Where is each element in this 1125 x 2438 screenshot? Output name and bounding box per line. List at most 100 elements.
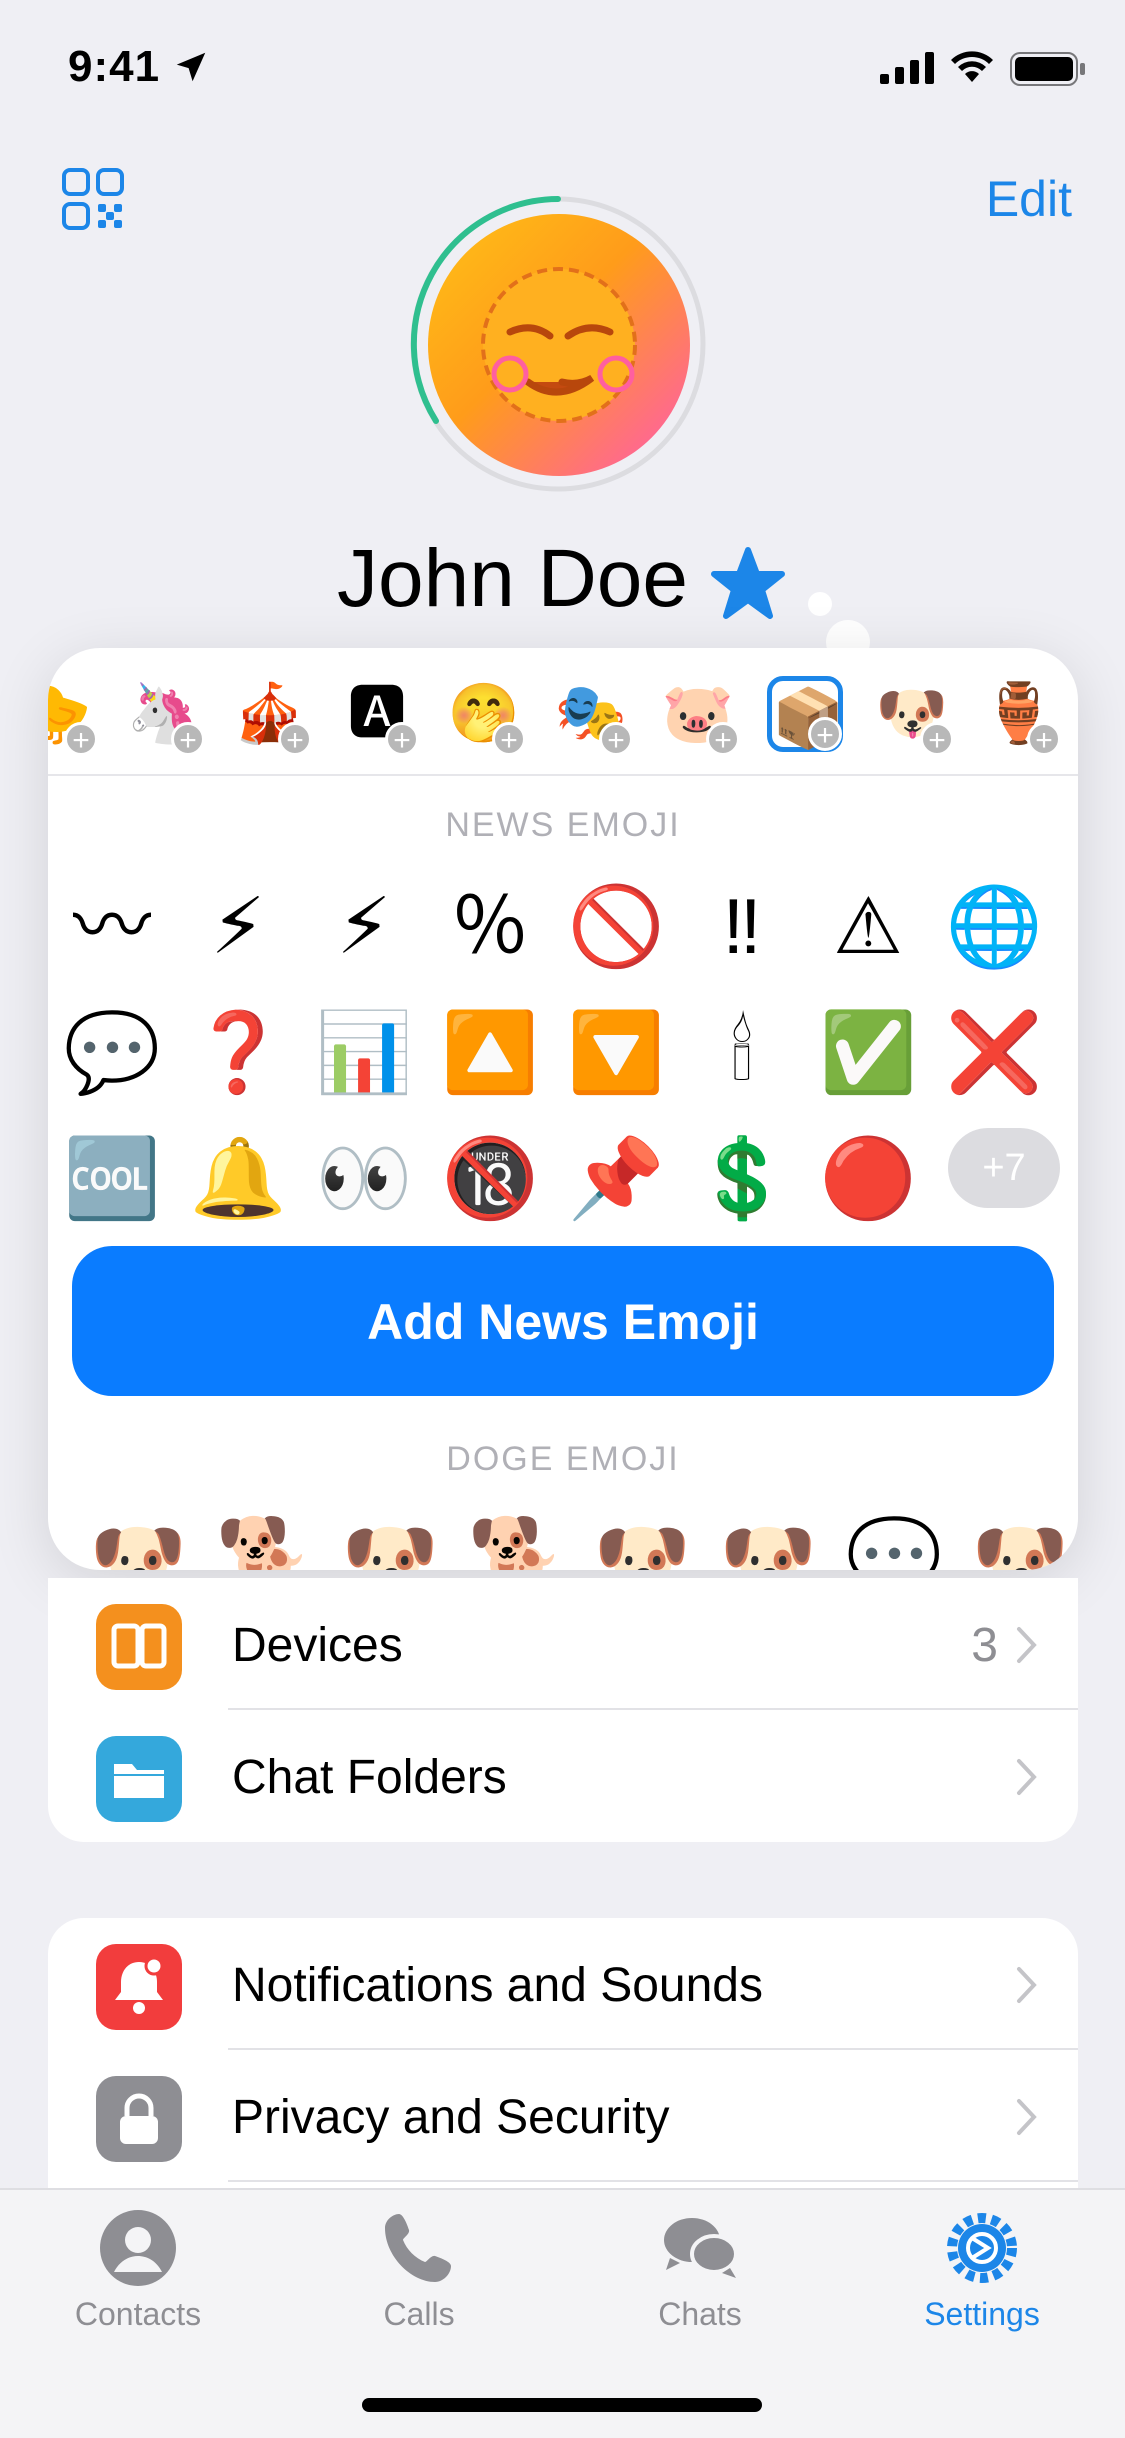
add-pack-badge-icon: +: [599, 722, 633, 757]
star-icon[interactable]: [708, 544, 788, 624]
news-emoji[interactable]: ⚡: [314, 876, 414, 976]
news-emoji[interactable]: 💲: [692, 1128, 792, 1228]
emoji-pack-item[interactable]: 🐷 +: [660, 676, 740, 757]
qr-code-icon[interactable]: [62, 168, 124, 230]
row-separator: [228, 2180, 1078, 2182]
emoji-pack-item[interactable]: 🐤 +: [48, 676, 98, 757]
add-pack-badge-icon: +: [278, 722, 312, 757]
emoji-pack-item[interactable]: 🤭 +: [446, 676, 526, 757]
news-emoji[interactable]: ❌: [944, 1002, 1044, 1102]
settings-group-devices: Devices 3 Chat Folders: [48, 1578, 1078, 1842]
news-emoji[interactable]: 💬: [62, 1002, 162, 1102]
tab-label: Calls: [383, 2296, 455, 2332]
add-pack-badge-icon: +: [1027, 722, 1061, 757]
news-emoji[interactable]: 🔽: [566, 1002, 666, 1102]
profile-name: John Doe: [336, 533, 689, 624]
home-indicator: [362, 2398, 762, 2412]
chevron-right-icon: [1017, 1967, 1037, 2003]
settings-row-devices[interactable]: Devices 3: [48, 1578, 1078, 1710]
gear-icon: [947, 2213, 1017, 2283]
doge-emoji[interactable]: 💬: [844, 1508, 944, 1570]
emoji-status-popover: 🐤 + 🦄 + 🎪 + 🅰 + 🤭 + 🎭 + 🐷 + 📦 + 🐶 + 🏺 + NEWS EMOJI 〰 ⚡ ⚡ ％ 🚫 ‼ ⚠ 🌐…: [48, 648, 1078, 1570]
emoji-pack-item[interactable]: 🎭 +: [553, 676, 633, 757]
settings-row-label: Privacy and Security: [232, 2091, 670, 2144]
news-emoji[interactable]: ⚠: [818, 876, 918, 976]
add-pack-badge-icon: +: [920, 722, 954, 757]
settings-row-notifications[interactable]: Notifications and Sounds: [48, 1918, 1078, 2050]
lock-icon: [96, 2076, 182, 2162]
news-emoji[interactable]: 🔞: [440, 1128, 540, 1228]
doge-emoji[interactable]: 🐶: [340, 1508, 440, 1570]
section-title-news: NEWS EMOJI: [445, 806, 681, 844]
doge-emoji[interactable]: 🐶: [592, 1508, 692, 1570]
add-pack-badge-icon: +: [808, 717, 842, 752]
edit-button[interactable]: Edit: [986, 170, 1072, 228]
location-arrow-icon: [176, 52, 206, 82]
section-title-doge: DOGE EMOJI: [446, 1440, 680, 1478]
status-bar: 9:41: [0, 0, 1125, 140]
settings-row-label: Chat Folders: [232, 1751, 507, 1804]
emoji-pack-item[interactable]: 🐶 +: [874, 676, 954, 757]
add-pack-badge-icon: +: [492, 722, 526, 757]
devices-icon: [96, 1604, 182, 1690]
folder-icon: [96, 1736, 182, 1822]
news-emoji[interactable]: 🕯: [692, 1002, 792, 1102]
doge-emoji[interactable]: 🐶: [88, 1508, 188, 1570]
settings-row-privacy[interactable]: Privacy and Security: [48, 2050, 1078, 2182]
add-pack-badge-icon: +: [171, 722, 205, 757]
emoji-pack-item[interactable]: 🅰 +: [339, 676, 419, 757]
bell-icon: [96, 1944, 182, 2030]
emoji-pack-item[interactable]: 🏺 +: [981, 676, 1061, 757]
doge-emoji[interactable]: 🐕: [214, 1508, 314, 1570]
divider: [48, 774, 1078, 776]
news-emoji[interactable]: 🌐: [944, 876, 1044, 976]
news-emoji[interactable]: 📊: [314, 1002, 414, 1102]
settings-row-label: Devices: [232, 1619, 403, 1672]
add-pack-badge-icon: +: [64, 722, 98, 757]
chevron-right-icon: [1017, 2099, 1037, 2135]
add-pack-badge-icon: +: [385, 722, 419, 757]
news-emoji[interactable]: ✅: [818, 1002, 918, 1102]
news-emoji[interactable]: 🔴: [818, 1128, 918, 1228]
tab-chats[interactable]: Chats: [600, 2208, 800, 2333]
doge-emoji[interactable]: 🐕: [466, 1508, 566, 1570]
popover-trail-dot: [808, 592, 832, 616]
chevron-right-icon: [1017, 1627, 1037, 1663]
chat-bubbles-icon: [664, 2218, 738, 2278]
emoji-pack-strip[interactable]: 🐤 + 🦄 + 🎪 + 🅰 + 🤭 + 🎭 + 🐷 + 📦 + 🐶 + 🏺 +: [48, 648, 1078, 774]
phone-icon: [385, 2214, 451, 2282]
doge-emoji[interactable]: 🐶: [970, 1508, 1070, 1570]
chevron-right-icon: [1017, 1759, 1037, 1795]
news-emoji[interactable]: ❓: [188, 1002, 288, 1102]
add-news-emoji-button[interactable]: Add News Emoji: [72, 1246, 1054, 1396]
news-emoji[interactable]: ％: [440, 876, 540, 976]
news-emoji[interactable]: 👀: [314, 1128, 414, 1228]
emoji-pack-item[interactable]: 🎪 +: [232, 676, 312, 757]
doge-emoji[interactable]: 🐶: [718, 1508, 818, 1570]
emoji-pack-item[interactable]: 📦 +: [767, 676, 844, 752]
news-emoji[interactable]: 🔼: [440, 1002, 540, 1102]
person-icon: [100, 2210, 176, 2286]
add-pack-badge-icon: +: [706, 722, 740, 757]
settings-row-label: Notifications and Sounds: [232, 1959, 763, 2012]
more-emojis-button[interactable]: +7: [948, 1128, 1060, 1208]
emoji-face-icon: [481, 267, 637, 423]
news-emoji[interactable]: 🚫: [566, 876, 666, 976]
tab-label: Contacts: [74, 2296, 202, 2332]
tab-contacts[interactable]: Contacts: [38, 2208, 238, 2333]
news-emoji[interactable]: 🆒: [62, 1128, 162, 1228]
news-emoji[interactable]: 🔔: [188, 1128, 288, 1228]
news-emoji[interactable]: ⚡: [188, 876, 288, 976]
profile-name-row: John Doe: [0, 532, 1125, 626]
tab-calls[interactable]: Calls: [319, 2208, 519, 2333]
emoji-pack-item[interactable]: 🦄 +: [125, 676, 205, 757]
settings-row-chat-folders[interactable]: Chat Folders: [48, 1710, 1078, 1842]
tab-label: Chats: [658, 2296, 742, 2332]
news-emoji[interactable]: 〰: [62, 876, 162, 976]
tab-settings[interactable]: Settings: [882, 2208, 1082, 2333]
news-emoji[interactable]: ‼: [692, 876, 792, 976]
profile-avatar[interactable]: [428, 214, 690, 476]
news-emoji[interactable]: 📌: [566, 1128, 666, 1228]
wifi-icon: [951, 51, 993, 82]
cellular-signal-icon: [880, 52, 934, 84]
